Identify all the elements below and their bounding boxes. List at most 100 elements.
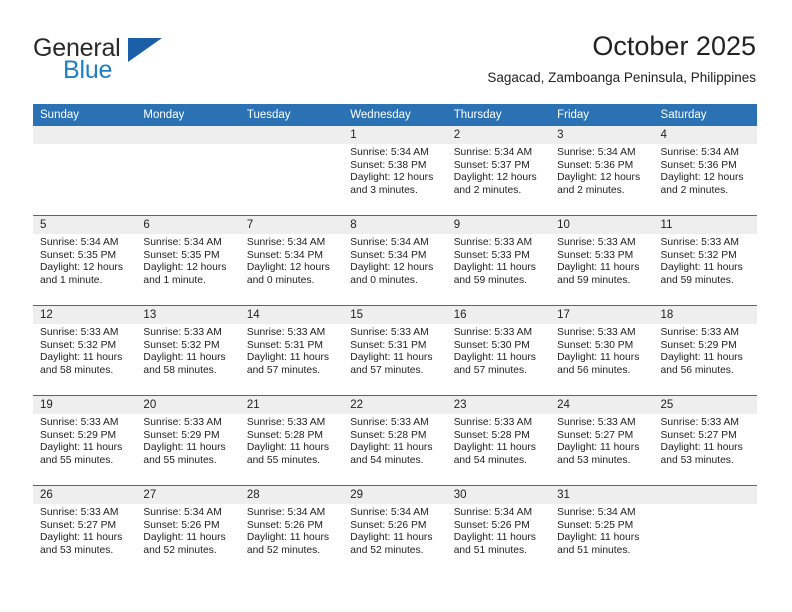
calendar-day-cell[interactable]: 27 Sunrise: 5:34 AM Sunset: 5:26 PM Dayligh…: [136, 486, 240, 576]
sunrise-time: Sunrise: 5:33 AM: [660, 237, 739, 248]
day-number: 26: [33, 486, 137, 504]
calendar-day-cell-empty: [239, 126, 344, 215]
sunrise-time: Sunrise: 5:33 AM: [143, 417, 222, 428]
calendar-day-cell[interactable]: 25 Sunrise: 5:33 AM Sunset: 5:27 PM Dayligh…: [653, 396, 757, 485]
daylight-duration-line2: and 53 minutes.: [557, 454, 631, 466]
calendar-day-cell[interactable]: 7 Sunrise: 5:34 AM Sunset: 5:34 PM Daylight…: [239, 216, 344, 305]
calendar-day-cell[interactable]: 24 Sunrise: 5:33 AM Sunset: 5:27 PM Dayligh…: [550, 396, 654, 485]
day-number: 9: [446, 216, 551, 234]
sunrise-time: Sunrise: 5:34 AM: [660, 147, 739, 158]
calendar-day-cell[interactable]: 31 Sunrise: 5:34 AM Sunset: 5:25 PM Dayligh…: [550, 486, 654, 576]
calendar-day-cell[interactable]: 1 Sunrise: 5:34 AM Sunset: 5:38 PM Daylight…: [343, 126, 447, 215]
sunset-time: Sunset: 5:33 PM: [557, 249, 634, 261]
day-sun-info: Sunrise: 5:34 AM Sunset: 5:26 PM Daylight:…: [343, 504, 446, 557]
calendar-day-cell[interactable]: 14 Sunrise: 5:33 AM Sunset: 5:31 PM Dayligh…: [239, 306, 344, 395]
day-number: 28: [239, 486, 344, 504]
calendar-day-cell[interactable]: 20 Sunrise: 5:33 AM Sunset: 5:29 PM Dayligh…: [136, 396, 240, 485]
day-sun-info: Sunrise: 5:34 AM Sunset: 5:26 PM Daylight:…: [240, 504, 343, 557]
daylight-duration-line2: and 52 minutes.: [246, 544, 321, 556]
calendar-day-cell[interactable]: 26 Sunrise: 5:33 AM Sunset: 5:27 PM Dayligh…: [33, 486, 137, 576]
daylight-duration-line1: Daylight: 11 hours: [557, 352, 640, 364]
sunrise-time: Sunrise: 5:33 AM: [246, 417, 326, 428]
calendar-weeks: 1 Sunrise: 5:34 AM Sunset: 5:38 PM Daylight…: [33, 126, 757, 576]
calendar-day-cell-empty: [136, 126, 240, 215]
day-number: 8: [343, 216, 447, 234]
day-sun-info: Sunrise: 5:33 AM Sunset: 5:28 PM Daylight:…: [240, 414, 343, 467]
page-subtitle: Sagacad, Zamboanga Peninsula, Philippine…: [487, 70, 756, 85]
day-sun-info: Sunrise: 5:34 AM Sunset: 5:38 PM Daylight:…: [343, 144, 446, 197]
sunrise-time: Sunrise: 5:33 AM: [660, 327, 739, 338]
weekday-header-sunday: Sunday: [40, 109, 80, 121]
general-blue-logo[interactable]: General Blue: [33, 34, 253, 88]
calendar-day-cell[interactable]: 17 Sunrise: 5:33 AM Sunset: 5:30 PM Dayligh…: [550, 306, 654, 395]
sunrise-time: Sunrise: 5:33 AM: [40, 327, 119, 338]
daylight-duration-line2: and 2 minutes.: [660, 184, 729, 196]
calendar-day-cell[interactable]: 15 Sunrise: 5:33 AM Sunset: 5:31 PM Dayligh…: [343, 306, 447, 395]
page-title: October 2025: [592, 31, 756, 61]
calendar-day-cell[interactable]: 11 Sunrise: 5:33 AM Sunset: 5:32 PM Dayligh…: [653, 216, 757, 305]
sunrise-time: Sunrise: 5:34 AM: [40, 237, 119, 248]
daylight-duration-line2: and 59 minutes.: [453, 274, 527, 286]
calendar-day-cell[interactable]: 10 Sunrise: 5:33 AM Sunset: 5:33 PM Dayligh…: [550, 216, 654, 305]
daylight-duration-line1: Daylight: 11 hours: [453, 532, 536, 544]
day-number: 29: [343, 486, 447, 504]
sunset-time: Sunset: 5:36 PM: [660, 159, 737, 171]
sunset-time: Sunset: 5:28 PM: [350, 429, 427, 441]
sunset-time: Sunset: 5:26 PM: [350, 519, 427, 531]
daylight-duration-line2: and 51 minutes.: [453, 544, 527, 556]
calendar-day-cell[interactable]: 13 Sunrise: 5:33 AM Sunset: 5:32 PM Dayligh…: [136, 306, 240, 395]
calendar-day-cell[interactable]: 16 Sunrise: 5:33 AM Sunset: 5:30 PM Dayligh…: [446, 306, 551, 395]
daylight-duration-line1: Daylight: 12 hours: [143, 262, 227, 274]
calendar-day-cell[interactable]: 29 Sunrise: 5:34 AM Sunset: 5:26 PM Dayligh…: [343, 486, 447, 576]
daylight-duration-line1: Daylight: 12 hours: [246, 262, 330, 274]
calendar-day-cell[interactable]: 22 Sunrise: 5:33 AM Sunset: 5:28 PM Dayligh…: [343, 396, 447, 485]
daylight-duration-line2: and 56 minutes.: [660, 364, 734, 376]
daylight-duration-line1: Daylight: 12 hours: [453, 172, 537, 184]
sunrise-time: Sunrise: 5:34 AM: [350, 507, 429, 518]
daylight-duration-line1: Daylight: 12 hours: [350, 262, 434, 274]
calendar-day-cell[interactable]: 12 Sunrise: 5:33 AM Sunset: 5:32 PM Dayligh…: [33, 306, 137, 395]
daylight-duration-line1: Daylight: 11 hours: [350, 442, 433, 454]
calendar-day-cell[interactable]: 2 Sunrise: 5:34 AM Sunset: 5:37 PM Daylight…: [446, 126, 551, 215]
daylight-duration-line2: and 59 minutes.: [557, 274, 631, 286]
calendar-day-cell[interactable]: 3 Sunrise: 5:34 AM Sunset: 5:36 PM Daylight…: [550, 126, 654, 215]
daylight-duration-line1: Daylight: 11 hours: [453, 442, 536, 454]
day-number: 30: [446, 486, 551, 504]
sunrise-time: Sunrise: 5:33 AM: [557, 417, 636, 428]
calendar-day-cell[interactable]: 28 Sunrise: 5:34 AM Sunset: 5:26 PM Dayligh…: [239, 486, 344, 576]
day-sun-info: Sunrise: 5:33 AM Sunset: 5:29 PM Daylight:…: [33, 414, 136, 467]
calendar-day-cell[interactable]: 9 Sunrise: 5:33 AM Sunset: 5:33 PM Daylight…: [446, 216, 551, 305]
day-number: 6: [136, 216, 240, 234]
calendar-day-cell[interactable]: 30 Sunrise: 5:34 AM Sunset: 5:26 PM Dayligh…: [446, 486, 551, 576]
sunset-time: Sunset: 5:34 PM: [350, 249, 427, 261]
calendar-day-cell[interactable]: 4 Sunrise: 5:34 AM Sunset: 5:36 PM Daylight…: [653, 126, 757, 215]
calendar-day-cell[interactable]: 6 Sunrise: 5:34 AM Sunset: 5:35 PM Daylight…: [136, 216, 240, 305]
daylight-duration-line2: and 57 minutes.: [350, 364, 424, 376]
daylight-duration-line1: Daylight: 11 hours: [143, 442, 226, 454]
sunrise-time: Sunrise: 5:34 AM: [246, 507, 326, 518]
daylight-duration-line2: and 53 minutes.: [660, 454, 734, 466]
logo-text-blue: Blue: [63, 56, 113, 84]
day-sun-info: Sunrise: 5:33 AM Sunset: 5:29 PM Daylight:…: [654, 324, 757, 377]
calendar-day-cell[interactable]: 19 Sunrise: 5:33 AM Sunset: 5:29 PM Dayligh…: [33, 396, 137, 485]
calendar-day-cell[interactable]: 21 Sunrise: 5:33 AM Sunset: 5:28 PM Dayligh…: [239, 396, 344, 485]
daylight-duration-line2: and 51 minutes.: [557, 544, 631, 556]
calendar-day-cell[interactable]: 8 Sunrise: 5:34 AM Sunset: 5:34 PM Daylight…: [343, 216, 447, 305]
daylight-duration-line1: Daylight: 11 hours: [246, 352, 330, 364]
daylight-duration-line1: Daylight: 11 hours: [557, 442, 640, 454]
day-sun-info: Sunrise: 5:33 AM Sunset: 5:30 PM Daylight:…: [447, 324, 550, 377]
calendar-week-row: 5 Sunrise: 5:34 AM Sunset: 5:35 PM Daylight…: [33, 216, 757, 306]
calendar-day-cell[interactable]: 23 Sunrise: 5:33 AM Sunset: 5:28 PM Dayligh…: [446, 396, 551, 485]
daylight-duration-line1: Daylight: 11 hours: [557, 532, 640, 544]
sunrise-time: Sunrise: 5:34 AM: [246, 237, 326, 248]
daylight-duration-line1: Daylight: 12 hours: [557, 172, 641, 184]
sunrise-time: Sunrise: 5:33 AM: [453, 417, 533, 428]
daylight-duration-line2: and 2 minutes.: [453, 184, 522, 196]
calendar-day-cell[interactable]: 5 Sunrise: 5:34 AM Sunset: 5:35 PM Daylight…: [33, 216, 137, 305]
calendar-day-cell[interactable]: 18 Sunrise: 5:33 AM Sunset: 5:29 PM Dayligh…: [653, 306, 757, 395]
day-number: 23: [446, 396, 551, 414]
day-number: 16: [446, 306, 551, 324]
day-sun-info: Sunrise: 5:33 AM Sunset: 5:29 PM Daylight:…: [136, 414, 239, 467]
sunset-time: Sunset: 5:31 PM: [350, 339, 427, 351]
sunrise-time: Sunrise: 5:34 AM: [143, 237, 222, 248]
